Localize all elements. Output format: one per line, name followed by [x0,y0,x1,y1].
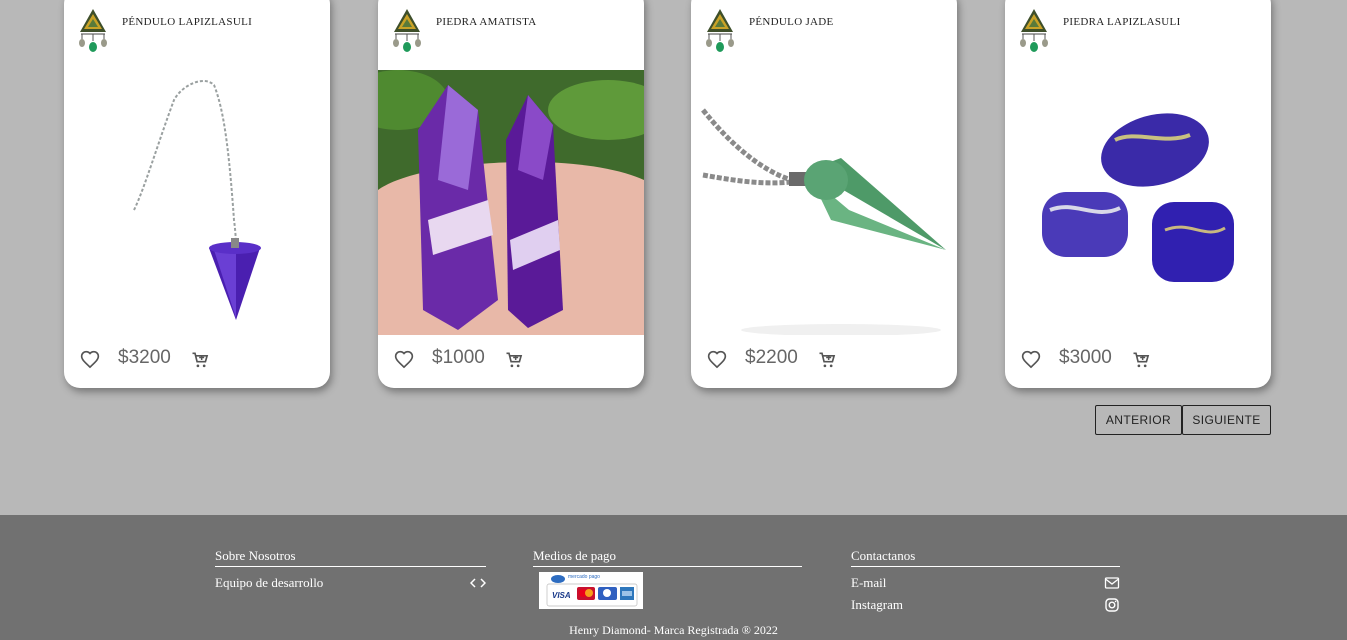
product-image[interactable] [378,70,644,335]
footer-payment-heading: Medios de pago [533,548,802,567]
product-price: $1000 [432,347,485,368]
mail-icon [1104,577,1120,589]
heart-icon[interactable] [707,350,727,370]
product-card[interactable]: PÉNDULO JADE $2200 [691,0,957,388]
product-price: $3000 [1059,347,1112,368]
add-to-cart-icon[interactable] [504,350,524,370]
card-footer: $3200 [64,347,330,376]
footer-about-column: Sobre Nosotros Equipo de desarrollo [215,548,486,597]
brand-logo-icon [79,9,107,52]
next-page-button[interactable]: SIGUIENTE [1182,405,1271,435]
product-image[interactable] [1005,70,1271,335]
pagination: ANTERIOR SIGUIENTE [1095,405,1271,435]
card-header: PÉNDULO LAPIZLASULI [64,0,330,58]
product-title: PÉNDULO JADE [749,16,834,28]
card-header: PÉNDULO JADE [691,0,957,58]
card-footer: $1000 [378,347,644,376]
add-to-cart-icon[interactable] [190,350,210,370]
product-grid: PÉNDULO LAPIZLASULI $3200 PIEDRA AMATIST… [0,0,1347,400]
heart-icon[interactable] [80,350,100,370]
footer-link-label[interactable]: E-mail [851,575,886,590]
product-price: $2200 [745,347,798,368]
product-price: $3200 [118,347,171,368]
heart-icon[interactable] [1021,350,1041,370]
mercado-pago-label: mercado pago [568,574,600,580]
product-card[interactable]: PIEDRA LAPIZLASULI $3000 [1005,0,1271,388]
code-icon [470,578,486,588]
footer-email-link[interactable]: E-mail [851,575,1120,597]
product-card[interactable]: PÉNDULO LAPIZLASULI $3200 [64,0,330,388]
brand-logo-icon [393,9,421,52]
card-header: PIEDRA AMATISTA [378,0,644,58]
visa-card-label: VISA [552,591,571,600]
footer-about-heading: Sobre Nosotros [215,548,486,567]
footer-link-label[interactable]: Equipo de desarrollo [215,575,323,590]
footer-contact-heading: Contactanos [851,548,1120,567]
instagram-icon [1105,598,1119,612]
product-title: PIEDRA LAPIZLASULI [1063,16,1181,28]
card-header: PIEDRA LAPIZLASULI [1005,0,1271,58]
product-title: PÉNDULO LAPIZLASULI [122,16,253,28]
add-to-cart-icon[interactable] [817,350,837,370]
previous-page-button[interactable]: ANTERIOR [1095,405,1182,435]
brand-logo-icon [706,9,734,52]
brand-logo-icon [1020,9,1048,52]
product-title: PIEDRA AMATISTA [436,16,537,28]
card-footer: $2200 [691,347,957,376]
add-to-cart-icon[interactable] [1131,350,1151,370]
heart-icon[interactable] [394,350,414,370]
footer-contact-column: Contactanos E-mail Instagram [851,548,1120,619]
footer-payment-column: Medios de pago mercado pago VISA [533,548,802,609]
footer-dev-team-link[interactable]: Equipo de desarrollo [215,575,486,597]
site-footer: Sobre Nosotros Equipo de desarrollo Medi… [0,515,1347,640]
footer-link-label[interactable]: Instagram [851,597,903,612]
product-card[interactable]: PIEDRA AMATISTA $1000 [378,0,644,388]
product-image[interactable] [691,70,957,335]
product-image[interactable] [64,70,330,335]
mercado-pago-cards-logo: mercado pago VISA [539,572,643,609]
footer-instagram-link[interactable]: Instagram [851,597,1120,619]
copyright-text: Henry Diamond- Marca Registrada ® 2022 [569,623,778,637]
card-footer: $3000 [1005,347,1271,376]
